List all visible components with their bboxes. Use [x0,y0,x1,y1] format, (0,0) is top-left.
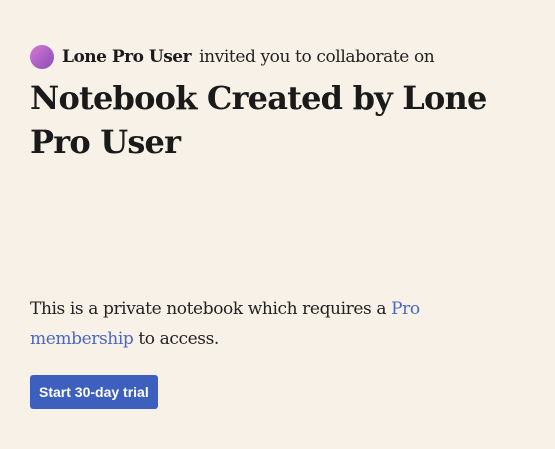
inviter-name[interactable]: Lone Pro User [62,47,192,67]
notice-suffix: to access. [133,329,219,349]
notebook-title: Notebook Created by Lone Pro User [30,79,487,161]
start-trial-button[interactable]: Start 30-day trial [30,375,158,409]
user-avatar-icon [30,45,54,69]
notice-prefix: This is a private notebook which require… [30,299,392,319]
invite-message: invited you to collaborate on [199,47,435,67]
private-notice: This is a private notebook which require… [30,294,510,354]
invite-header: Lone Pro User invited you to collaborate… [30,44,435,70]
